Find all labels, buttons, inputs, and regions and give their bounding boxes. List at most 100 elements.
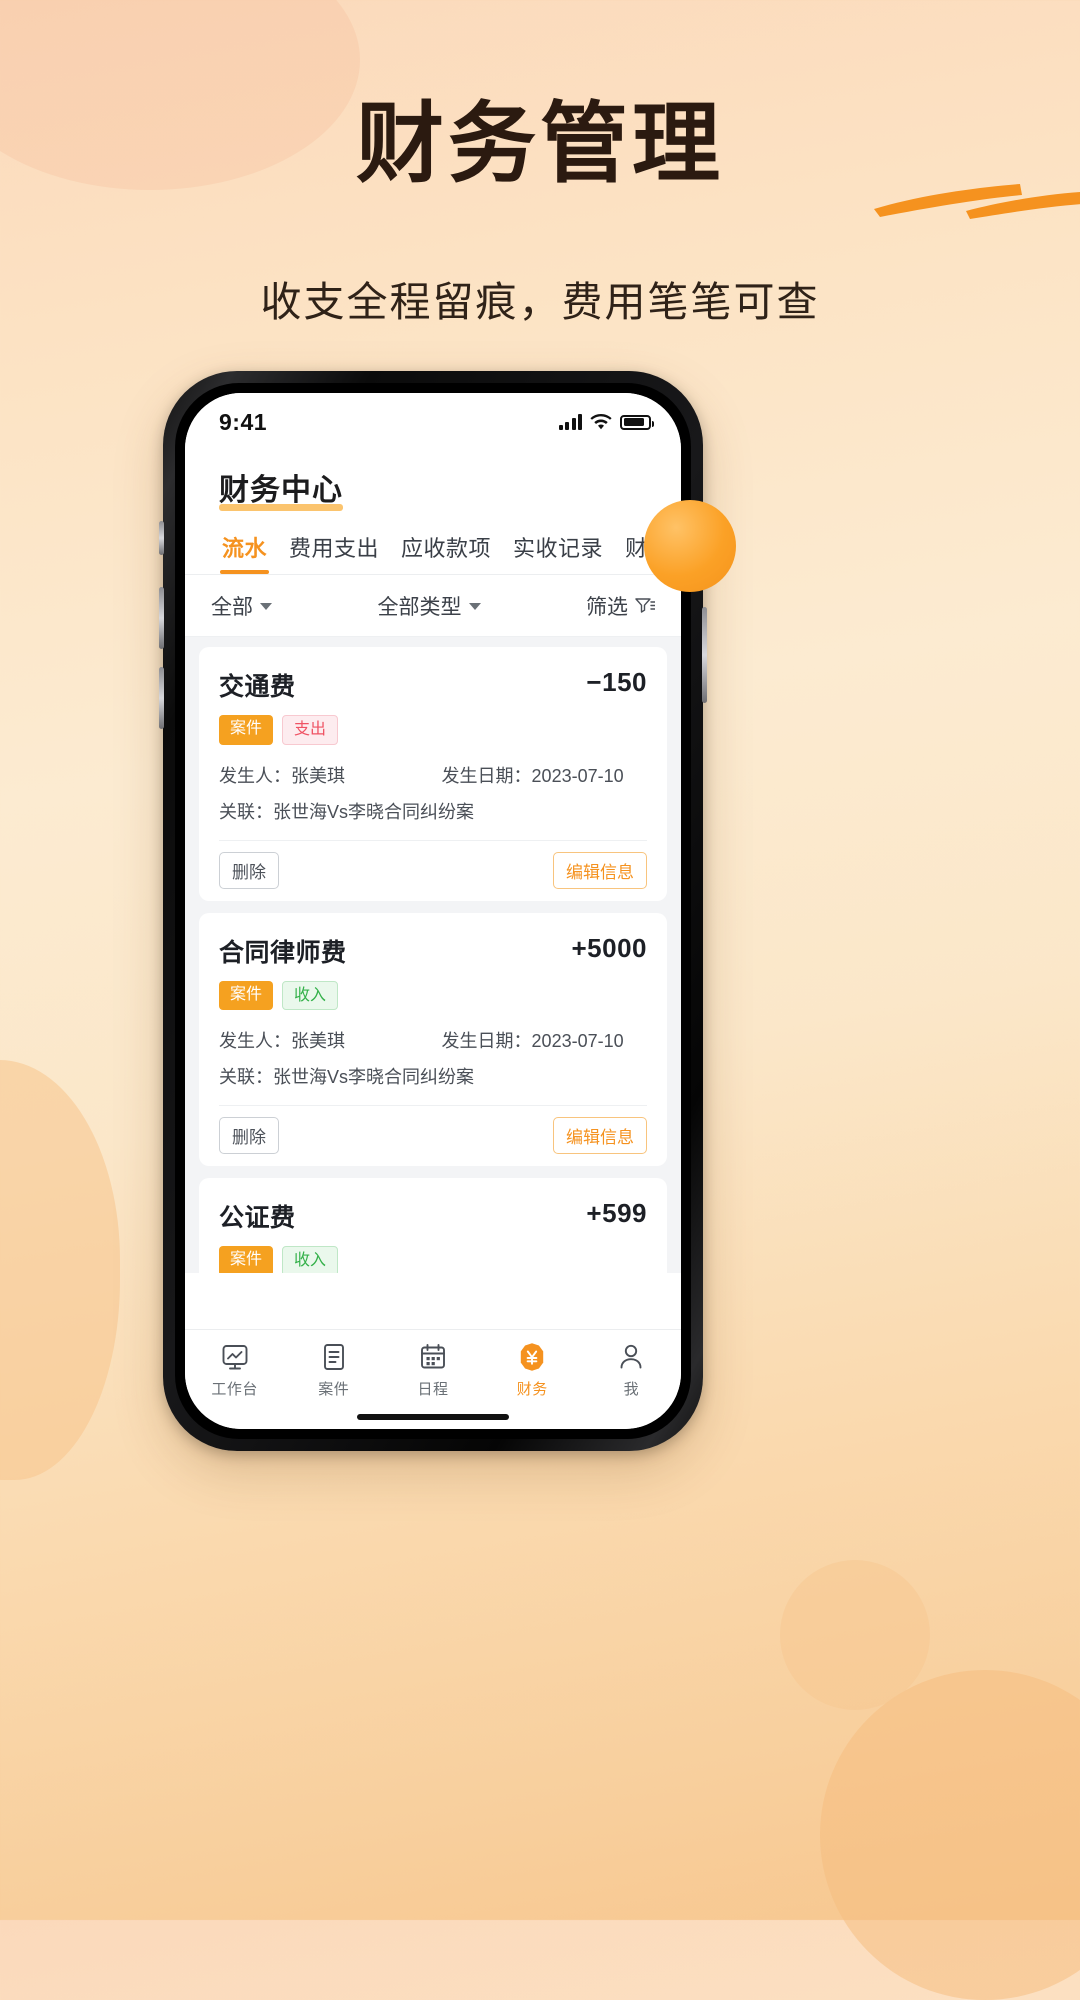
nav-item-schedule[interactable]: 日程 [383,1340,482,1399]
phone-volume-down-button [159,667,164,729]
filter-scope-label: 全部 [211,596,253,619]
relation-label: 关联： [219,1067,273,1088]
record-date: 发生日期：2023-07-10 [442,762,647,788]
edit-button[interactable]: 编辑信息 [553,851,647,889]
record-card[interactable]: 交通费 −150 案件 支出 发生人：张美琪 发生日期：2023-07-10 关… [199,647,667,901]
document-icon [284,1340,383,1374]
poster-headline-area: 财务管理 [0,92,1080,219]
record-card[interactable]: 公证费 +599 案件 收入 发生人：张美琪 发生日期：2023-07-10 [199,1178,667,1273]
brush-underline-icon [874,183,1080,219]
chevron-down-icon [260,602,272,610]
record-header: 合同律师费 +5000 [219,933,647,969]
phone-mockup: 9:41 财务中心 流水 费用支出 应收款项 实收记录 全部 全部类型 筛选 交… [159,371,707,1451]
status-bar: 9:41 [185,393,681,451]
date-value: 2023-07-10 [531,765,624,786]
tag-case: 案件 [219,1246,274,1273]
calendar-icon [383,1340,482,1374]
decorative-orange-circle [644,500,736,592]
home-indicator [357,1414,509,1420]
record-actions: 删除 编辑信息 [219,1105,647,1166]
page-title: 财务管理 [355,92,724,195]
filter-button[interactable]: 筛选 [586,591,655,621]
record-card[interactable]: 合同律师费 +5000 案件 收入 发生人：张美琪 发生日期：2023-07-1… [199,912,667,1167]
record-tags: 案件 支出 [219,715,647,745]
tab-strip[interactable]: 流水 费用支出 应收款项 实收记录 财务概览 [185,513,681,575]
app-page-title: 财务中心 [219,465,343,511]
record-tags: 案件 收入 [219,980,647,1011]
person-icon [582,1340,681,1374]
bg-blob-bottom-right [820,1670,1080,2000]
nav-item-finance[interactable]: 财务 [483,1340,582,1399]
record-header: 交通费 −150 [219,667,647,703]
record-meta: 发生人：张美琪 发生日期：2023-07-10 [219,762,647,788]
yuan-coin-icon [483,1340,582,1374]
date-value: 2023-07-10 [531,1031,624,1052]
delete-button[interactable]: 删除 [219,1117,279,1155]
filter-type-dropdown[interactable]: 全部类型 [272,591,586,621]
status-time: 9:41 [219,408,268,435]
nav-label: 工作台 [211,1381,258,1398]
bg-blob-left [0,1060,120,1480]
signal-icon [558,414,582,430]
app-header: 财务中心 [185,451,681,513]
tag-type: 支出 [282,715,339,745]
record-list[interactable]: 交通费 −150 案件 支出 发生人：张美琪 发生日期：2023-07-10 关… [185,637,681,1273]
record-payer: 发生人：张美琪 [219,762,442,788]
phone-bezel: 9:41 财务中心 流水 费用支出 应收款项 实收记录 全部 全部类型 筛选 交… [175,383,691,1439]
battery-icon [620,414,654,430]
relation-label: 关联： [219,801,273,822]
tab-liushui[interactable]: 流水 [211,531,278,574]
tag-case: 案件 [219,980,274,1011]
record-amount: +599 [586,1198,647,1229]
payer-value: 张美琪 [291,1031,345,1052]
phone-screen: 9:41 财务中心 流水 费用支出 应收款项 实收记录 全部 全部类型 筛选 交… [185,393,681,1429]
record-relation: 关联：张世海Vs李晓合同纠纷案 [219,1063,647,1089]
payer-label: 发生人： [219,1031,291,1052]
chevron-down-icon [468,602,481,610]
wifi-icon [590,413,612,429]
funnel-icon [635,598,655,613]
nav-label: 日程 [417,1381,449,1398]
tab-shishou[interactable]: 实收记录 [502,531,614,574]
filter-bar: 全部 全部类型 筛选 [185,575,681,637]
delete-button[interactable]: 删除 [219,851,279,889]
nav-label: 财务 [516,1381,548,1398]
phone-volume-up-button [159,587,164,649]
record-header: 公证费 +599 [219,1198,647,1234]
tag-case: 案件 [219,715,274,745]
status-icons [558,413,654,431]
phone-power-button [702,607,707,703]
record-meta: 发生人：张美琪 发生日期：2023-07-10 [219,1027,647,1053]
phone-silent-switch [159,521,164,555]
record-amount: −150 [586,667,647,697]
bottom-nav[interactable]: 工作台 案件 日程 财务 我 [185,1329,681,1429]
payer-value: 张美琪 [291,765,345,786]
tag-type: 收入 [282,980,339,1011]
nav-label: 案件 [318,1381,350,1398]
relation-value: 张世海Vs李晓合同纠纷案 [273,801,475,822]
page-subtitle: 收支全程留痕，费用笔笔可查 [260,279,820,325]
date-label: 发生日期： [441,765,532,786]
record-relation: 关联：张世海Vs李晓合同纠纷案 [219,798,647,824]
tag-type: 收入 [282,1246,339,1273]
record-title: 公证费 [219,1204,296,1233]
record-title: 合同律师费 [219,938,347,967]
filter-button-label: 筛选 [586,596,628,619]
nav-item-cases[interactable]: 案件 [284,1340,383,1399]
relation-value: 张世海Vs李晓合同纠纷案 [273,1067,475,1088]
tab-yingshou[interactable]: 应收款项 [390,531,502,574]
filter-type-label: 全部类型 [377,596,462,619]
nav-label: 我 [623,1381,640,1398]
nav-item-workbench[interactable]: 工作台 [185,1340,284,1399]
payer-label: 发生人： [219,765,291,786]
tab-feiyong[interactable]: 费用支出 [278,531,390,574]
edit-button[interactable]: 编辑信息 [553,1117,647,1155]
bg-blob-bottom-right-small [780,1560,930,1710]
record-tags: 案件 收入 [219,1246,647,1273]
record-date: 发生日期：2023-07-10 [442,1027,647,1053]
filter-scope-dropdown[interactable]: 全部 [211,591,272,621]
chart-board-icon [185,1340,284,1374]
record-payer: 发生人：张美琪 [219,1027,442,1053]
date-label: 发生日期： [441,1031,532,1052]
nav-item-profile[interactable]: 我 [582,1340,681,1399]
